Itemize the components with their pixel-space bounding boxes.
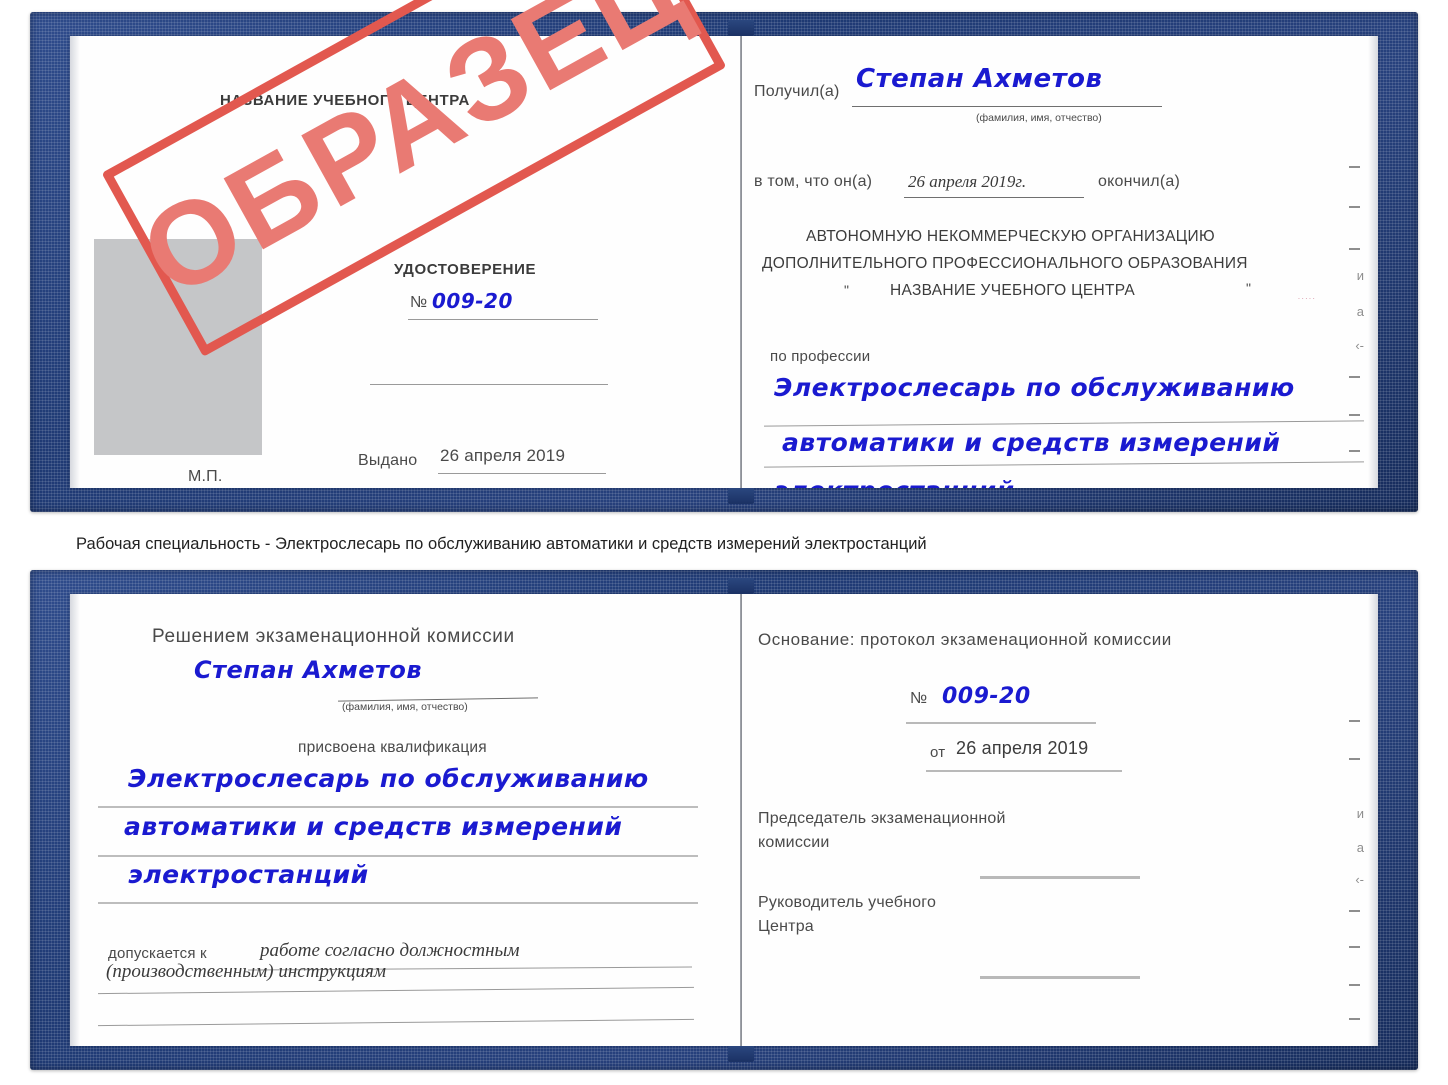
protocol-date-value: 26 апреля 2019: [956, 738, 1089, 758]
spine-tab-lower: [728, 1046, 754, 1062]
qualification-line-1: Электрослесарь по обслуживанию: [128, 764, 649, 793]
ghost-mark: и: [1356, 268, 1364, 283]
org-quote-open: ": [844, 282, 850, 298]
number-label: №: [410, 294, 428, 311]
doc-type-label: УДОСТОВЕРЕНИЕ: [394, 261, 537, 278]
page-bottom-right: Основание: протокол экзаменационной коми…: [748, 594, 1378, 1046]
ghost-mark: ‹-: [1355, 338, 1364, 353]
profession-line-2: автоматики и средств измерений: [782, 428, 1281, 457]
protocol-date-label: от: [930, 744, 946, 761]
profession-rule-1: [764, 420, 1364, 427]
finished-label: окончил(а): [1098, 173, 1180, 190]
profession-line-1: Электрослесарь по обслуживанию: [774, 373, 1295, 402]
completion-date-rule: [904, 197, 1084, 198]
ghost-dash-icon: [1349, 166, 1360, 168]
page-edge-shadow: [1368, 594, 1378, 1046]
ghost-smudge: ·····: [1297, 294, 1316, 303]
ghost-dash-icon: [1349, 414, 1360, 416]
allowed-line-2: (производственным) инструкциям: [106, 961, 386, 982]
org-line-1: АВТОНОМНУЮ НЕКОММЕРЧЕСКУЮ ОРГАНИЗАЦИЮ: [806, 228, 1215, 245]
issued-rule: [438, 473, 606, 474]
ghost-dash-icon: [1349, 910, 1360, 912]
protocol-number-label: №: [910, 690, 928, 707]
allowed-rule-2: [98, 986, 694, 995]
allowed-label: допускается к: [108, 945, 207, 962]
fio-hint: (фамилия, имя, отчество): [976, 112, 1102, 124]
chairman-line-1: Председатель экзаменационной: [758, 810, 1006, 827]
chairman-signature-rule: [980, 876, 1140, 879]
ghost-mark: а: [1356, 304, 1364, 319]
spine-tab-upper: [728, 20, 754, 36]
org-line-3: НАЗВАНИЕ УЧЕБНОГО ЦЕНТРА: [890, 282, 1135, 299]
received-label: Получил(а): [754, 83, 840, 100]
page-bottom-left: Решением экзаменационной комиссии Степан…: [70, 594, 752, 1046]
ghost-dash-icon: [1349, 206, 1360, 208]
in-that-label: в том, что он(а): [754, 173, 873, 190]
ghost-mark: и: [1356, 806, 1364, 821]
org-line-2: ДОПОЛНИТЕЛЬНОГО ПРОФЕССИОНАЛЬНОГО ОБРАЗО…: [762, 255, 1248, 272]
ghost-dash-icon: [1349, 720, 1360, 722]
decision-heading: Решением экзаменационной комиссии: [152, 626, 515, 647]
qualification-rule-1: [98, 806, 698, 808]
issued-value: 26 апреля 2019: [440, 446, 566, 465]
ghost-dash-icon: [1349, 248, 1360, 250]
org-quote-close: ": [1246, 280, 1252, 296]
profession-line-3: электростанций: [774, 476, 1015, 488]
ghost-dash-icon: [1349, 1018, 1360, 1020]
completion-date: 26 апреля 2019г.: [908, 172, 1027, 191]
director-signature-rule: [980, 976, 1140, 979]
protocol-date-rule: [926, 770, 1122, 772]
name-value: Степан Ахметов: [194, 656, 423, 684]
ghost-dash-icon: [1349, 946, 1360, 948]
ghost-dash-icon: [1349, 376, 1360, 378]
spine-top: [740, 36, 742, 488]
allowed-line-1: работе согласно должностным: [260, 940, 520, 961]
number-rule: [408, 319, 598, 320]
ghost-mark: ‹-: [1355, 872, 1364, 887]
certificate-pages-bottom: Решением экзаменационной комиссии Степан…: [70, 578, 1378, 1062]
fio-hint: (фамилия, имя, отчество): [342, 701, 468, 713]
qualification-rule-2: [98, 855, 698, 857]
profession-label: по профессии: [770, 348, 871, 365]
caption-text: Рабочая специальность - Электрослесарь п…: [76, 535, 927, 553]
director-line-1: Руководитель учебного: [758, 894, 937, 911]
chairman-line-2: комиссии: [758, 834, 830, 851]
ghost-dash-icon: [1349, 450, 1360, 452]
qualification-line-3: электростанций: [128, 860, 369, 889]
number-value: 009-20: [432, 289, 513, 313]
certificate-bottom: Решением экзаменационной комиссии Степан…: [30, 570, 1418, 1070]
basis-label: Основание: протокол экзаменационной коми…: [758, 630, 1172, 649]
spine-bottom: [740, 594, 742, 1046]
seal-label: М.П.: [188, 468, 223, 485]
blank-rule-1: [370, 384, 608, 385]
profession-rule-2: [764, 461, 1364, 468]
qualification-label: присвоена квалификация: [298, 739, 487, 756]
page-edge-shadow: [1368, 36, 1378, 488]
received-rule: [852, 106, 1162, 107]
center-title: НАЗВАНИЕ УЧЕБНОГО ЦЕНТРА: [220, 92, 470, 109]
page-top-right: Получил(а) Степан Ахметов (фамилия, имя,…: [748, 36, 1378, 488]
qualification-line-2: автоматики и средств измерений: [124, 812, 623, 841]
spine-tab-lower: [728, 488, 754, 504]
received-value: Степан Ахметов: [856, 64, 1103, 94]
page-edge-shadow: [70, 594, 80, 1046]
photo-placeholder: [94, 239, 262, 455]
spine-tab-upper: [728, 578, 754, 594]
page-edge-shadow: [70, 36, 80, 488]
ghost-dash-icon: [1349, 758, 1360, 760]
protocol-number-rule: [906, 722, 1096, 724]
director-line-2: Центра: [758, 918, 814, 935]
qualification-rule-3: [98, 902, 698, 904]
certificate-sample-page: { "colors": { "cover_navy": "#1f3a74", "…: [0, 0, 1448, 1085]
ghost-mark: а: [1356, 840, 1364, 855]
allowed-rule-3: [98, 1018, 694, 1027]
protocol-number-value: 009-20: [942, 684, 1031, 709]
issued-label: Выдано: [358, 452, 418, 469]
ghost-dash-icon: [1349, 984, 1360, 986]
certificate-top: НАЗВАНИЕ УЧЕБНОГО ЦЕНТРА УДОСТОВЕРЕНИЕ №…: [30, 12, 1418, 512]
certificate-pages-top: НАЗВАНИЕ УЧЕБНОГО ЦЕНТРА УДОСТОВЕРЕНИЕ №…: [70, 20, 1378, 504]
page-top-left: НАЗВАНИЕ УЧЕБНОГО ЦЕНТРА УДОСТОВЕРЕНИЕ №…: [70, 36, 752, 488]
